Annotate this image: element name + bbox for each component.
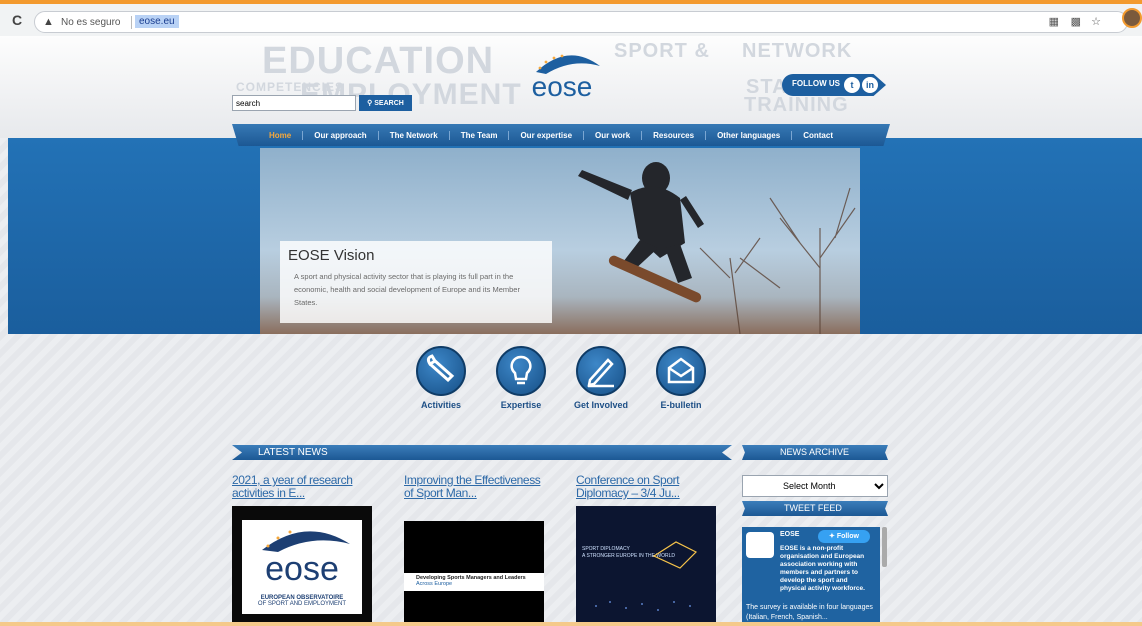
follow-us-label: FOLLOW US bbox=[792, 79, 840, 88]
vision-text: A sport and physical activity sector tha… bbox=[294, 272, 520, 307]
vision-caption: EOSE Vision A sport and physical activit… bbox=[280, 241, 552, 323]
hero-slide[interactable]: EOSE Vision A sport and physical activit… bbox=[260, 148, 860, 334]
nav-other-languages[interactable]: Other languages bbox=[706, 130, 793, 140]
follow-button[interactable]: ✦ Follow bbox=[818, 530, 870, 543]
nav-our-work[interactable]: Our work bbox=[584, 130, 643, 140]
news-archive-bar: NEWS ARCHIVE bbox=[742, 445, 888, 460]
news-item[interactable]: Conference on Sport Diplomacy – 3/4 Ju..… bbox=[576, 474, 718, 624]
nav-home[interactable]: Home bbox=[258, 130, 304, 140]
footer-strip bbox=[0, 622, 1142, 626]
bg-word: SPORT & bbox=[614, 40, 710, 62]
star-icon[interactable]: ☆ bbox=[1091, 15, 1101, 28]
browser-toolbar: C ▲ No es seguro eose.eu ▦ ▩ ☆ bbox=[0, 0, 1142, 36]
nav-our-approach[interactable]: Our approach bbox=[303, 130, 379, 140]
news-item[interactable]: Improving the Effectiveness of Sport Man… bbox=[404, 474, 546, 624]
vision-title: EOSE Vision bbox=[288, 247, 375, 264]
site-header: EDUCATION SPORT & NETWORK EMPLOYMENT COM… bbox=[0, 36, 1142, 138]
nav-contact[interactable]: Contact bbox=[792, 131, 844, 140]
news-archive-heading: NEWS ARCHIVE bbox=[780, 447, 850, 457]
news-thumbnail[interactable]: SPORT DIPLOMACY A STRONGER EUROPE IN THE… bbox=[576, 506, 716, 624]
tweet-feed-bar: TWEET FEED bbox=[742, 501, 888, 516]
activities-link[interactable]: Activities bbox=[408, 346, 474, 410]
reload-icon[interactable]: C bbox=[12, 12, 22, 28]
search-input[interactable] bbox=[232, 95, 356, 111]
follow-us-banner[interactable]: FOLLOW US t in bbox=[782, 74, 886, 96]
logo-text: eose bbox=[532, 71, 593, 100]
account-avatar[interactable] bbox=[746, 532, 774, 558]
twitter-icon[interactable]: t bbox=[844, 77, 860, 93]
nav-the-network[interactable]: The Network bbox=[379, 130, 450, 140]
eose-logo: eose bbox=[262, 530, 350, 588]
envelope-icon bbox=[656, 346, 706, 396]
profile-avatar[interactable] bbox=[1122, 8, 1142, 28]
nav-the-team[interactable]: The Team bbox=[450, 130, 510, 140]
divider bbox=[131, 16, 132, 29]
news-title[interactable]: Improving the Effectiveness of Sport Man… bbox=[404, 474, 546, 500]
security-label[interactable]: No es seguro bbox=[61, 17, 120, 28]
search-button[interactable]: ⚲ SEARCH bbox=[359, 95, 412, 111]
expertise-link[interactable]: Expertise bbox=[488, 346, 554, 410]
account-name[interactable]: EOSE bbox=[780, 531, 799, 538]
address-bar[interactable]: ▲ No es seguro eose.eu ▦ ▩ ☆ bbox=[34, 11, 1128, 33]
pen-icon bbox=[576, 346, 626, 396]
linkedin-icon[interactable]: in bbox=[862, 77, 878, 93]
archive-month-select[interactable]: Select Month bbox=[742, 475, 888, 497]
logo-caption-2: OF SPORT AND EMPLOYMENT bbox=[257, 601, 347, 607]
bg-word: NETWORK bbox=[742, 40, 853, 62]
latest-news-bar: LATEST NEWS bbox=[232, 445, 732, 460]
nav-resources[interactable]: Resources bbox=[642, 130, 707, 140]
get-involved-link[interactable]: Get Involved bbox=[568, 346, 634, 410]
expertise-label: Expertise bbox=[500, 400, 542, 410]
timeline-scrollbar[interactable] bbox=[882, 527, 887, 567]
e-bulletin-link[interactable]: E-bulletin bbox=[648, 346, 714, 410]
url-text[interactable]: eose.eu bbox=[135, 15, 179, 28]
news-title[interactable]: Conference on Sport Diplomacy – 3/4 Ju..… bbox=[576, 474, 718, 500]
tweet-feed-heading: TWEET FEED bbox=[784, 503, 842, 513]
nav-our-expertise[interactable]: Our expertise bbox=[509, 130, 585, 140]
follow-button-label: Follow bbox=[836, 533, 859, 540]
main-nav: Home Our approach The Network The Team O… bbox=[232, 124, 890, 146]
news-thumbnail[interactable]: eose EUROPEAN OBSERVATOIRE OF SPORT AND … bbox=[232, 506, 372, 624]
get-involved-label: Get Involved bbox=[573, 400, 628, 410]
translate-icon[interactable]: ▩ bbox=[1071, 15, 1081, 28]
activities-label: Activities bbox=[420, 400, 462, 410]
latest-news-heading: LATEST NEWS bbox=[258, 447, 328, 458]
video-caption-line-2: Across Europe bbox=[416, 581, 453, 587]
e-bulletin-label: E-bulletin bbox=[660, 400, 702, 410]
news-item[interactable]: 2021, a year of research activities in E… bbox=[232, 474, 374, 624]
logo-text: eose bbox=[265, 550, 339, 582]
warning-icon[interactable]: ▲ bbox=[43, 16, 54, 28]
bg-word: EDUCATION bbox=[262, 40, 495, 82]
bg-word: TRAINING bbox=[744, 94, 849, 116]
page: EDUCATION SPORT & NETWORK EMPLOYMENT COM… bbox=[0, 36, 1142, 626]
twitter-timeline[interactable]: EOSE ✦ Follow EOSE is a non-profit organ… bbox=[742, 527, 880, 626]
wrench-icon bbox=[416, 346, 466, 396]
video-caption: Developing Sports Managers and Leaders A… bbox=[404, 573, 544, 591]
news-title[interactable]: 2021, a year of research activities in E… bbox=[232, 474, 374, 500]
eose-logo[interactable]: eose bbox=[516, 48, 608, 100]
bg-word: COMPETENCIES bbox=[236, 80, 345, 94]
twitter-bird-icon: ✦ bbox=[829, 533, 837, 540]
handshake-graphic bbox=[595, 541, 698, 611]
qr-icon[interactable]: ▦ bbox=[1049, 15, 1059, 28]
tweet-text: The survey is available in four language… bbox=[746, 604, 873, 621]
news-thumbnail[interactable]: Developing Sports Managers and Leaders A… bbox=[404, 521, 544, 624]
eose-logo-card: eose EUROPEAN OBSERVATOIRE OF SPORT AND … bbox=[242, 520, 362, 614]
lightbulb-icon bbox=[496, 346, 546, 396]
search-button-label: SEARCH bbox=[374, 100, 404, 107]
account-bio: EOSE is a non-profit organisation and Eu… bbox=[780, 545, 865, 592]
